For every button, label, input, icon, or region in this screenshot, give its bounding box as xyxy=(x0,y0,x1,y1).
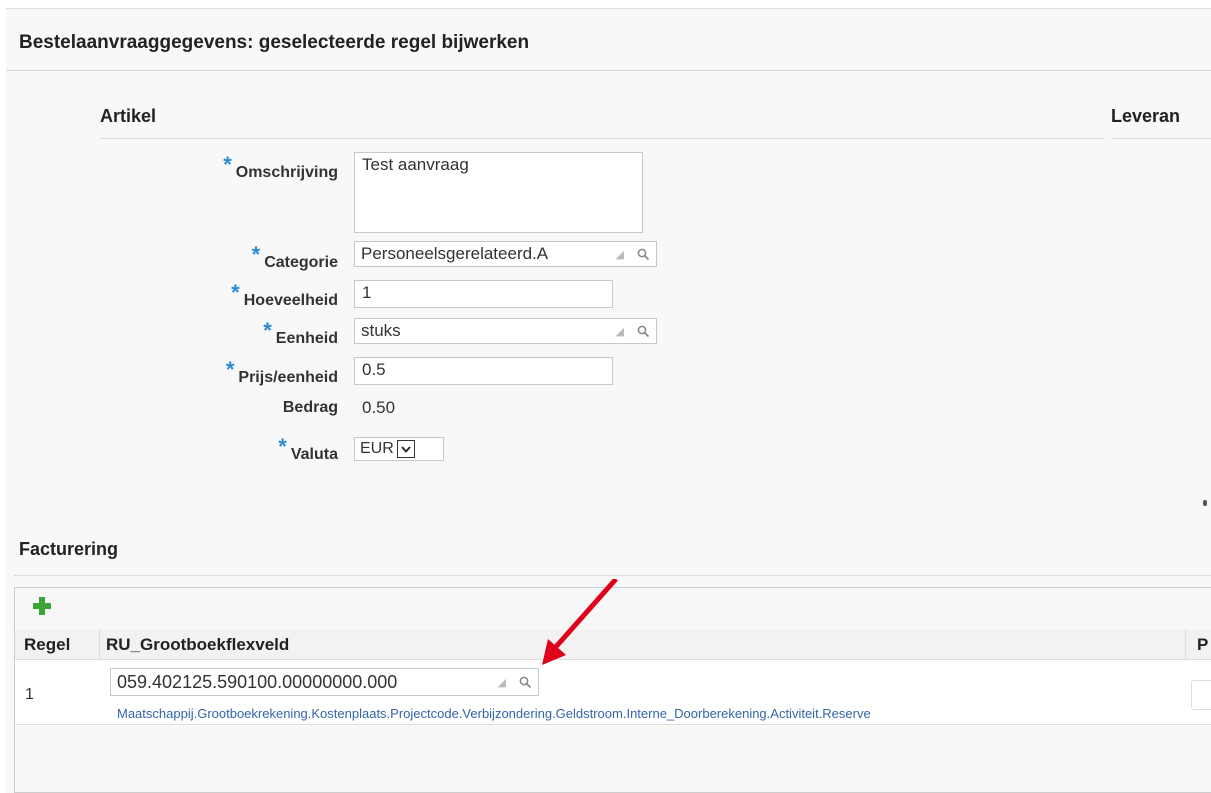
section-heading-leverancier: Leveran xyxy=(1111,106,1181,126)
bedrag-label: Bedrag xyxy=(282,399,338,416)
cut-off-marker xyxy=(1203,500,1207,506)
hoeveelheid-input[interactable]: 1 xyxy=(354,280,613,308)
valuta-selected-value: EUR xyxy=(360,440,394,457)
leverancier-divider xyxy=(1111,138,1211,139)
required-marker: * xyxy=(223,152,232,177)
page: Bestelaanvraaggegevens: geselecteerde re… xyxy=(6,8,1211,793)
eenheid-input[interactable]: stuks xyxy=(355,321,614,341)
p-input[interactable] xyxy=(1191,680,1211,710)
categorie-lov[interactable]: Personeelsgerelateerd.A ◢ xyxy=(354,241,657,267)
resize-handle-icon: ◢ xyxy=(497,676,506,689)
omschrijving-textarea[interactable]: Test aanvraag xyxy=(354,152,643,233)
grootboek-lov[interactable]: 059.402125.590100.00000000.000 ◢ xyxy=(110,668,539,696)
table-empty-area xyxy=(15,725,1211,792)
prijs-label: * Prijs/eenheid xyxy=(225,357,338,386)
column-header-regel: Regel xyxy=(24,635,71,654)
eenheid-lov[interactable]: stuks ◢ xyxy=(354,318,657,344)
resize-handle-icon: ◢ xyxy=(615,325,624,338)
grootboek-segments-hint: Maatschappij.Grootboekrekening.Kostenpla… xyxy=(117,706,871,721)
hoeveelheid-label: * Hoeveelheid xyxy=(231,280,338,309)
artikel-divider xyxy=(100,138,1104,139)
column-header-grootboek: RU_Grootboekflexveld xyxy=(106,635,290,654)
facturering-divider xyxy=(14,575,1211,576)
red-arrow-icon xyxy=(542,579,618,665)
search-icon[interactable] xyxy=(630,319,656,343)
valuta-select[interactable]: EUR xyxy=(354,437,444,461)
eenheid-label: * Eenheid xyxy=(263,318,338,347)
bedrag-value: 0.50 xyxy=(362,398,396,417)
search-icon[interactable] xyxy=(512,670,538,694)
valuta-label: * Valuta xyxy=(278,434,338,463)
page-title: Bestelaanvraaggegevens: geselecteerde re… xyxy=(19,32,530,53)
section-heading-artikel: Artikel xyxy=(100,106,157,126)
plus-icon[interactable] xyxy=(32,596,52,616)
chevron-down-icon[interactable] xyxy=(396,440,415,458)
categorie-input[interactable]: Personeelsgerelateerd.A xyxy=(355,244,614,264)
categorie-label: * Categorie xyxy=(251,242,338,271)
search-icon[interactable] xyxy=(630,242,656,266)
column-header-p: P xyxy=(1197,635,1209,654)
omschrijving-label: * Omschrijving xyxy=(223,152,338,181)
regel-cell: 1 xyxy=(25,686,34,703)
resize-handle-icon: ◢ xyxy=(615,248,624,261)
grootboek-input[interactable]: 059.402125.590100.00000000.000 xyxy=(111,672,496,693)
prijs-input[interactable]: 0.5 xyxy=(354,357,613,385)
title-divider xyxy=(6,70,1211,71)
section-heading-facturering: Facturering xyxy=(19,539,119,559)
